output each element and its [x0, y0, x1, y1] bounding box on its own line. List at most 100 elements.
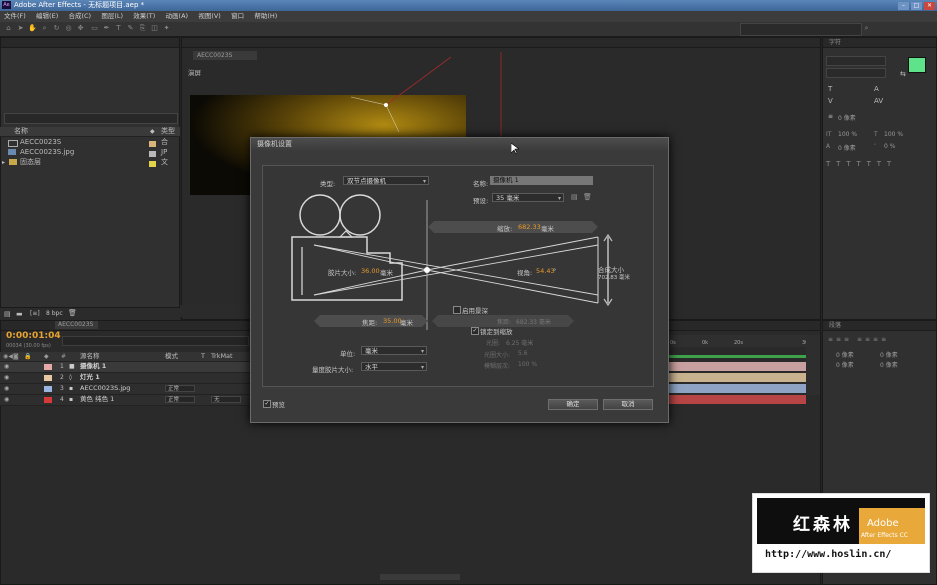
layer-search-field[interactable] — [62, 336, 249, 346]
layer-name[interactable]: 灯光 1 — [80, 373, 100, 382]
table-row[interactable]: ◉ 3 ▪ AECC0023S.jpg 正常 — [0, 384, 250, 395]
layer-name[interactable]: 黄色 纯色 1 — [80, 395, 114, 404]
trash-icon[interactable]: 🗑 — [68, 309, 77, 317]
hand-tool-icon[interactable]: ✋ — [28, 24, 37, 33]
font-style-dropdown[interactable] — [826, 68, 886, 78]
layer-mode-dropdown[interactable]: 正常 — [165, 396, 195, 403]
bit-depth-button[interactable]: 8 bpc — [46, 310, 63, 317]
character-panel-tab[interactable]: 字符 — [823, 38, 936, 48]
close-icon[interactable]: ✕ — [924, 2, 935, 10]
text-style-buttons[interactable]: TTTTTTT — [826, 160, 897, 168]
timeline-zoom-slider[interactable] — [380, 574, 460, 580]
enable-dof-checkbox[interactable] — [453, 306, 461, 314]
eraser-tool-icon[interactable]: ◫ — [150, 24, 159, 33]
layer-track-bar[interactable] — [664, 373, 806, 382]
selection-tool-icon[interactable]: ➤ — [16, 24, 25, 33]
units-dropdown[interactable]: 毫米 — [361, 346, 427, 356]
tsume-value[interactable]: 0 % — [884, 143, 895, 150]
menu-edit[interactable]: 编辑(E) — [36, 12, 58, 20]
pan-behind-tool-icon[interactable]: ✥ — [76, 24, 85, 33]
timeline-tab-chip[interactable]: AECC0023S — [55, 321, 98, 329]
swap-colors-icon[interactable]: ⇆ — [900, 70, 906, 78]
new-folder-icon[interactable]: ▬ — [16, 310, 23, 318]
eye-icon[interactable]: ◉ — [4, 362, 9, 371]
menu-view[interactable]: 视图(V) — [198, 12, 221, 20]
indent-right-value[interactable]: 0 像素 — [880, 350, 898, 359]
eye-icon[interactable]: ◉ — [4, 373, 9, 382]
cancel-button[interactable]: 取消 — [603, 399, 653, 410]
fill-color-swatch[interactable] — [908, 57, 926, 73]
label-color-chip[interactable] — [44, 397, 52, 403]
menu-help[interactable]: 帮助(H) — [254, 12, 277, 20]
current-time-display[interactable]: 0:00:01:04 — [6, 331, 61, 341]
project-header-name[interactable]: 名称 — [14, 127, 28, 136]
baseline-shift-value[interactable]: 0 像素 — [838, 143, 856, 152]
home-icon[interactable]: ⌂ — [4, 24, 13, 33]
work-area-bar[interactable] — [664, 355, 806, 358]
layer-track-bar[interactable] — [664, 384, 806, 393]
text-tool-icon[interactable]: T — [114, 24, 123, 33]
menu-layer[interactable]: 图层(L) — [101, 12, 123, 20]
angle-value[interactable]: 54.43 — [536, 267, 555, 275]
label-color-chip[interactable] — [44, 375, 52, 381]
menu-window[interactable]: 窗口 — [231, 12, 244, 20]
layer-name[interactable]: 摄像机 1 — [80, 362, 106, 371]
mode-header[interactable]: 模式 — [165, 352, 178, 361]
menu-effect[interactable]: 效果(T) — [133, 12, 155, 20]
zoom-value[interactable]: 682.33 — [518, 223, 541, 231]
layer-track-bar[interactable] — [664, 362, 806, 371]
space-before-value[interactable]: 0 像素 — [836, 360, 854, 369]
ok-button[interactable]: 确定 — [548, 399, 598, 410]
eye-icon[interactable]: ◉ — [4, 395, 9, 404]
focal-length-value[interactable]: 35.00 — [383, 317, 402, 325]
paragraph-align-buttons[interactable]: ≡≡≡ ≡≡≡≡ — [828, 336, 889, 343]
film-size-value[interactable]: 36.00 — [361, 267, 380, 275]
layer-name[interactable]: AECC0023S.jpg — [80, 384, 130, 393]
maximize-icon[interactable]: □ — [911, 2, 922, 10]
rotate-tool-icon[interactable]: ↻ — [52, 24, 61, 33]
project-header-type[interactable]: 类型 — [161, 127, 175, 136]
timeline-scrollbar[interactable] — [806, 335, 820, 395]
project-panel-tabs[interactable] — [1, 38, 179, 48]
table-row[interactable]: ◉ 1 ■ 摄像机 1 — [0, 362, 250, 373]
rectangle-tool-icon[interactable]: ▭ — [90, 24, 99, 33]
search-help-field[interactable] — [740, 23, 862, 36]
label-color-chip[interactable] — [44, 386, 52, 392]
label-color-chip[interactable] — [44, 364, 52, 370]
table-row[interactable]: ◉ 2 ◊ 灯光 1 — [0, 373, 250, 384]
list-item[interactable]: ▸ 固态层 文 — [0, 158, 180, 167]
clone-tool-icon[interactable]: ⎘ — [138, 24, 147, 33]
space-after-value[interactable]: 0 像素 — [880, 360, 898, 369]
brush-tool-icon[interactable]: ✎ — [126, 24, 135, 33]
t-header[interactable]: T — [201, 352, 205, 361]
layer-trkmat-dropdown[interactable]: 无 — [211, 396, 241, 403]
preview-checkbox[interactable]: ✓ — [263, 400, 271, 408]
new-composition-icon[interactable]: [≡] — [30, 310, 40, 317]
search-icon[interactable]: ⌕ — [862, 24, 871, 33]
eye-icon[interactable]: ◉ — [4, 384, 9, 393]
font-family-dropdown[interactable] — [826, 56, 886, 66]
measure-film-size-dropdown[interactable]: 水平 — [361, 362, 427, 372]
project-search-field[interactable] — [4, 113, 178, 124]
layer-track-bar[interactable] — [664, 395, 806, 404]
paragraph-panel-tab[interactable]: 段落 — [823, 321, 936, 331]
menu-animation[interactable]: 动画(A) — [166, 12, 189, 20]
lock-to-zoom-checkbox[interactable]: ✓ — [471, 327, 479, 335]
indent-left-value[interactable]: 0 像素 — [836, 350, 854, 359]
horizontal-scale-value[interactable]: 100 % — [884, 131, 903, 138]
interpret-footage-icon[interactable]: ▤ — [4, 310, 11, 318]
zoom-tool-icon[interactable]: ⌕ — [40, 24, 49, 33]
trkmat-header[interactable]: TrkMat — [211, 352, 233, 361]
chevron-right-icon[interactable]: ▸ — [2, 158, 5, 167]
source-name-header[interactable]: 源名称 — [80, 352, 100, 361]
puppet-tool-icon[interactable]: ✦ — [162, 24, 171, 33]
table-row[interactable]: ◉ 4 ▪ 黄色 纯色 1 正常 无 — [0, 395, 250, 406]
menu-file[interactable]: 文件(F) — [4, 12, 26, 20]
vertical-scale-value[interactable]: 100 % — [838, 131, 857, 138]
time-ruler[interactable]: 0s 0k 20s 30s — [664, 335, 811, 347]
minimize-icon[interactable]: – — [898, 2, 909, 10]
camera-tool-icon[interactable]: ◎ — [64, 24, 73, 33]
list-item[interactable]: AECC0023S.jpg JP — [0, 148, 180, 157]
pen-tool-icon[interactable]: ✒ — [102, 24, 111, 33]
stroke-width-value[interactable]: 0 像素 — [838, 113, 856, 122]
